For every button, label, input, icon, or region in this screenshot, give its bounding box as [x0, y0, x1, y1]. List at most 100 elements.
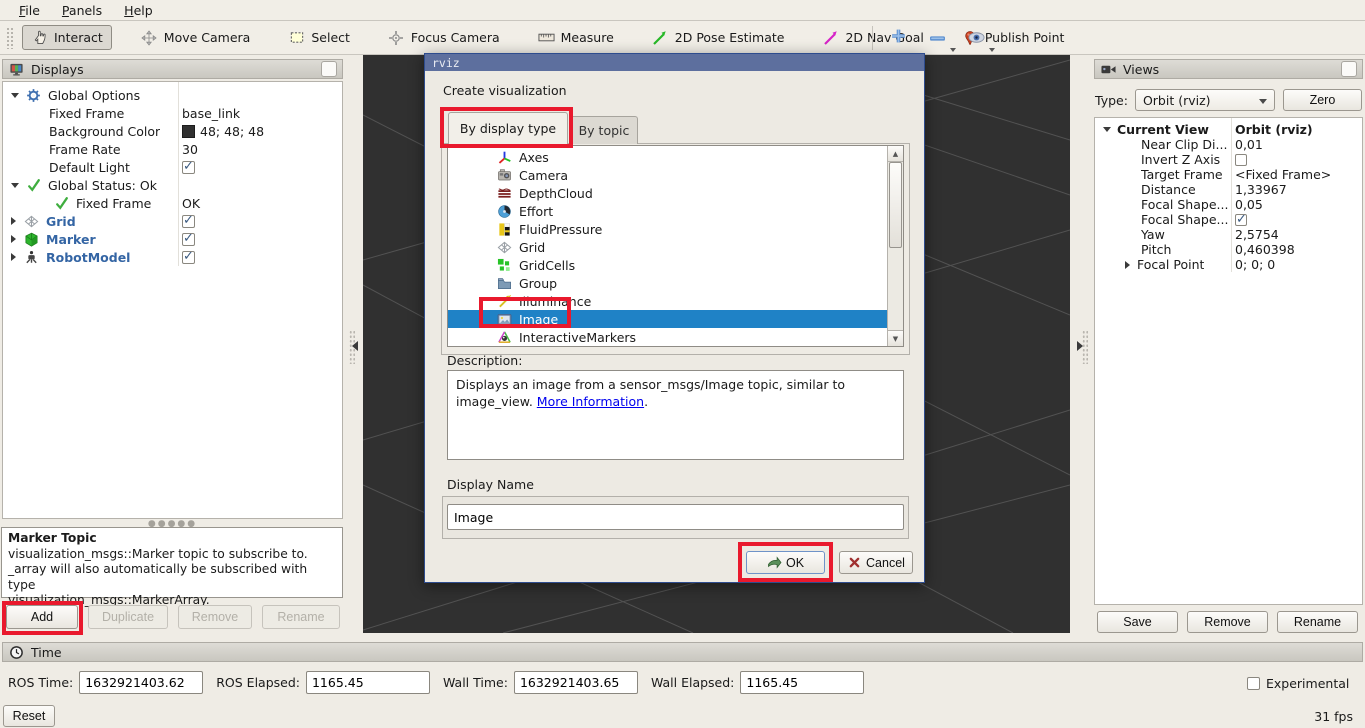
- display-type-illuminance[interactable]: Illuminance: [448, 292, 889, 310]
- display-type-group[interactable]: Group: [448, 274, 889, 292]
- property-row-near-clip-di-[interactable]: Near Clip Di...0,01: [1095, 137, 1362, 152]
- cancel-button[interactable]: Cancel: [839, 551, 913, 574]
- property-row-focal-point[interactable]: Focal Point0; 0; 0: [1095, 257, 1362, 272]
- property-row-focal-shape-[interactable]: Focal Shape...0,05: [1095, 197, 1362, 212]
- property-row-focal-shape-[interactable]: Focal Shape...: [1095, 212, 1362, 227]
- expand-arrow-icon[interactable]: [11, 235, 16, 243]
- tool-interact[interactable]: Interact: [22, 25, 112, 50]
- view-type-combo[interactable]: Orbit (rviz): [1135, 89, 1275, 111]
- menu-help[interactable]: Help: [113, 1, 164, 20]
- expand-arrow-icon[interactable]: [11, 217, 16, 225]
- views-save-button[interactable]: Save: [1097, 611, 1178, 633]
- grid-icon: [496, 239, 512, 255]
- property-row-global-status-ok[interactable]: Global Status: Ok: [3, 176, 342, 194]
- checkbox[interactable]: [182, 215, 195, 228]
- type-label: Type:: [1095, 93, 1128, 108]
- property-row-distance[interactable]: Distance1,33967: [1095, 182, 1362, 197]
- property-row-grid[interactable]: Grid: [3, 212, 342, 230]
- add-button[interactable]: Add: [6, 605, 78, 629]
- zero-button[interactable]: Zero: [1283, 89, 1362, 111]
- collapse-arrow-icon[interactable]: [11, 93, 19, 98]
- tool-2d-pose-estimate[interactable]: 2D Pose Estimate: [643, 25, 794, 50]
- property-row-invert-z-axis[interactable]: Invert Z Axis: [1095, 152, 1362, 167]
- tool-measure[interactable]: Measure: [529, 25, 623, 50]
- ok-button[interactable]: OK: [746, 551, 825, 574]
- visibility-button[interactable]: [965, 26, 988, 50]
- views-rename-button[interactable]: Rename: [1277, 611, 1358, 633]
- display-type-axes[interactable]: Axes: [448, 148, 889, 166]
- property-row-yaw[interactable]: Yaw2,5754: [1095, 227, 1362, 242]
- property-row-global-options[interactable]: Global Options: [3, 86, 342, 104]
- collapse-left-icon[interactable]: [352, 341, 358, 351]
- tab-by-topic[interactable]: By topic: [570, 116, 638, 144]
- time-field-input-wall-elapsed-[interactable]: [740, 671, 864, 694]
- experimental-option[interactable]: Experimental: [1247, 676, 1349, 691]
- checkbox[interactable]: [182, 251, 195, 264]
- property-row-background-color[interactable]: Background Color48; 48; 48: [3, 122, 342, 140]
- checkbox[interactable]: [1235, 214, 1247, 226]
- property-row-fixed-frame[interactable]: Fixed Framebase_link: [3, 104, 342, 122]
- reset-button[interactable]: Reset: [3, 705, 55, 727]
- panel-float-button[interactable]: [321, 61, 337, 77]
- menu-file[interactable]: File: [8, 1, 51, 20]
- experimental-label: Experimental: [1266, 676, 1349, 691]
- value-cell: 1,33967: [1231, 182, 1362, 197]
- checkbox[interactable]: [1235, 154, 1247, 166]
- display-name-input[interactable]: [447, 504, 904, 530]
- menu-panels[interactable]: Panels: [51, 1, 113, 20]
- scrollbar[interactable]: ▲ ▼: [887, 146, 903, 346]
- display-type-effort[interactable]: Effort: [448, 202, 889, 220]
- display-type-camera[interactable]: Camera: [448, 166, 889, 184]
- value-cell: [178, 248, 342, 266]
- property-label: Target Frame: [1141, 167, 1223, 182]
- time-panel-header[interactable]: Time: [2, 642, 1363, 662]
- views-panel-header[interactable]: Views: [1094, 59, 1363, 79]
- tool-focus-camera[interactable]: Focus Camera: [379, 25, 509, 50]
- display-type-label: Image: [519, 312, 558, 327]
- property-row-marker[interactable]: Marker: [3, 230, 342, 248]
- displays-panel-header[interactable]: Displays: [2, 59, 343, 79]
- property-row-target-frame[interactable]: Target Frame<Fixed Frame>: [1095, 167, 1362, 182]
- tab-by-display-type[interactable]: By display type: [448, 112, 568, 144]
- display-type-gridcells[interactable]: GridCells: [448, 256, 889, 274]
- property-cell: Grid: [3, 212, 178, 230]
- time-field-input-ros-elapsed-[interactable]: [306, 671, 430, 694]
- zoom-in-button[interactable]: [887, 25, 910, 52]
- collapse-arrow-icon[interactable]: [1103, 127, 1111, 132]
- expand-arrow-icon[interactable]: [1125, 261, 1130, 269]
- scroll-up-icon[interactable]: ▲: [888, 146, 903, 162]
- scrollbar-thumb[interactable]: [889, 162, 902, 248]
- property-row-frame-rate[interactable]: Frame Rate30: [3, 140, 342, 158]
- property-row-default-light[interactable]: Default Light: [3, 158, 342, 176]
- help-box-title: Marker Topic: [8, 531, 336, 547]
- collapse-arrow-icon[interactable]: [11, 183, 19, 188]
- more-information-link[interactable]: More Information: [537, 394, 644, 409]
- display-type-interactivemarkers[interactable]: InteractiveMarkers: [448, 328, 889, 346]
- tool-select[interactable]: Select: [279, 25, 359, 50]
- property-row-robotmodel[interactable]: RobotModel: [3, 248, 342, 266]
- collapse-right-icon[interactable]: [1077, 341, 1083, 351]
- experimental-checkbox[interactable]: [1247, 677, 1260, 690]
- display-type-image[interactable]: Image: [448, 310, 889, 328]
- display-type-depthcloud[interactable]: DepthCloud: [448, 184, 889, 202]
- cancel-x-icon: [847, 556, 862, 570]
- panel-float-button[interactable]: [1341, 61, 1357, 77]
- expand-arrow-icon[interactable]: [11, 253, 16, 261]
- property-value: 1,33967: [1235, 182, 1287, 197]
- zoom-out-button[interactable]: [926, 27, 949, 50]
- dialog-titlebar[interactable]: rviz: [425, 54, 924, 71]
- scroll-down-icon[interactable]: ▼: [888, 330, 903, 346]
- display-type-grid[interactable]: Grid: [448, 238, 889, 256]
- tool-move-camera[interactable]: Move Camera: [132, 25, 260, 50]
- checkbox[interactable]: [182, 233, 195, 246]
- display-type-fluidpressure[interactable]: FluidPressure: [448, 220, 889, 238]
- time-field-input-wall-time-[interactable]: [514, 671, 638, 694]
- toolbar-drag-handle[interactable]: [6, 27, 14, 49]
- views-remove-button[interactable]: Remove: [1187, 611, 1268, 633]
- time-field-input-ros-time-[interactable]: [79, 671, 203, 694]
- views-buttons: Save Remove Rename: [1097, 611, 1358, 633]
- checkbox[interactable]: [182, 161, 195, 174]
- property-row-current-view[interactable]: Current ViewOrbit (rviz): [1095, 122, 1362, 137]
- property-row-pitch[interactable]: Pitch0,460398: [1095, 242, 1362, 257]
- property-row-fixed-frame[interactable]: Fixed FrameOK: [3, 194, 342, 212]
